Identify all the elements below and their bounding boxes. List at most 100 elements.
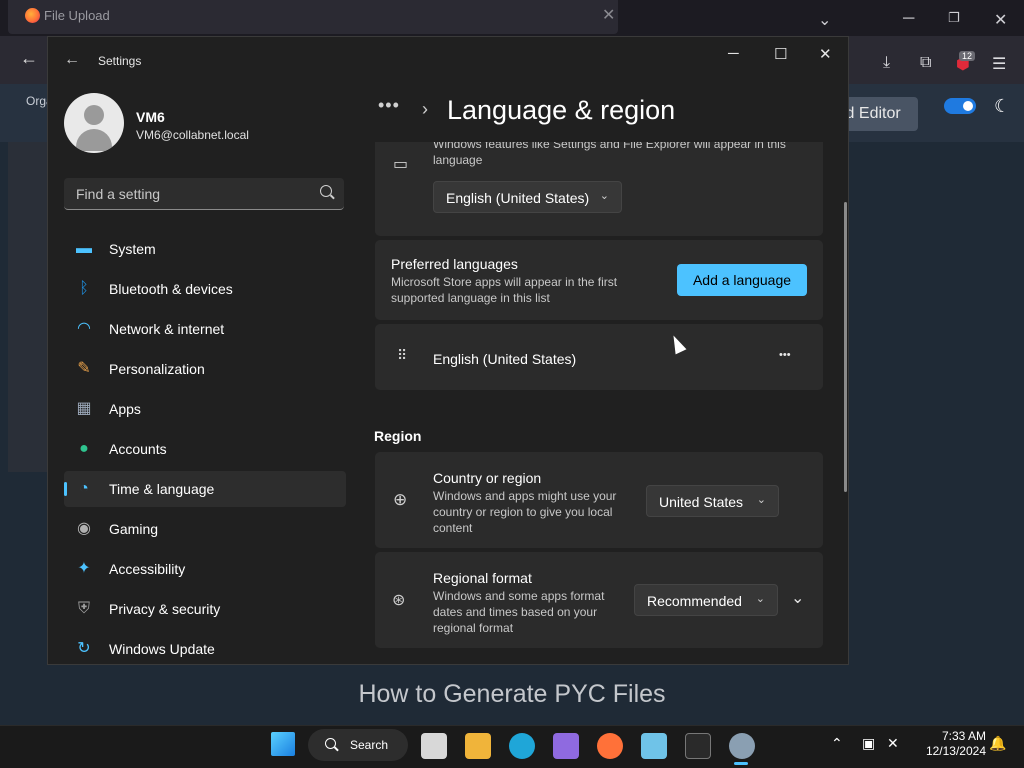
- add-language-button[interactable]: Add a language: [677, 264, 807, 296]
- shield-icon: ⛨: [77, 600, 90, 617]
- restore-icon[interactable]: ❐: [948, 10, 960, 26]
- language-list-item[interactable]: ⠿ English (United States) •••: [375, 324, 823, 390]
- sidebar-item-label: Bluetooth & devices: [109, 281, 233, 297]
- terminal-icon[interactable]: [685, 733, 711, 759]
- search-icon: [325, 738, 336, 749]
- sidebar-item-windows-update[interactable]: ↻ Windows Update: [64, 631, 346, 664]
- country-desc: Windows and apps might use your: [433, 489, 617, 503]
- notification-bell-icon[interactable]: 🔔: [989, 735, 1006, 752]
- display-language-card: ▭ Windows features like Settings and Fil…: [375, 142, 823, 236]
- display-language-desc-2: language: [433, 153, 483, 167]
- sidebar-item-accessibility[interactable]: ✦ Accessibility: [64, 551, 346, 587]
- sidebar-item-apps[interactable]: ▦ Apps: [64, 391, 346, 427]
- taskbar-search[interactable]: Search: [308, 729, 408, 761]
- accessibility-icon: ✦: [77, 560, 91, 577]
- country-desc-2: country or region to give you local: [433, 505, 613, 519]
- menu-icon[interactable]: ☰: [992, 54, 1006, 74]
- country-title: Country or region: [433, 470, 542, 486]
- region-section-label: Region: [374, 428, 422, 444]
- user-name: VM6: [136, 109, 165, 125]
- page-title: Language & region: [447, 95, 676, 125]
- sidebar-item-gaming[interactable]: ◉ Gaming: [64, 511, 346, 547]
- edge-icon[interactable]: [509, 733, 535, 759]
- close-icon[interactable]: ✕: [994, 10, 1007, 30]
- breadcrumb-more[interactable]: •••: [378, 95, 400, 116]
- sidebar-item-label: Accounts: [109, 441, 167, 457]
- expand-chevron-icon[interactable]: ⌄: [791, 588, 804, 608]
- back-icon[interactable]: ←: [64, 51, 80, 69]
- sidebar-item-bluetooth-devices[interactable]: ᛒ Bluetooth & devices: [64, 271, 346, 307]
- country-desc-3: content: [433, 521, 473, 535]
- sidebar-nav: ▬ System ᛒ Bluetooth & devices ◠ Network & in…: [64, 231, 346, 664]
- display-language-dropdown[interactable]: English (United States) ⌄: [433, 181, 622, 213]
- regional-format-card[interactable]: ⊛ Regional format Windows and some apps …: [375, 552, 823, 648]
- avatar[interactable]: [64, 93, 124, 153]
- taskbar-clock[interactable]: 7:33 AM 12/13/2024: [914, 729, 986, 759]
- preferred-title: Preferred languages: [391, 256, 518, 272]
- tab-list-chevron-icon[interactable]: ⌄: [818, 10, 831, 30]
- search-input[interactable]: Find a setting: [64, 178, 344, 210]
- sidebar-item-label: Gaming: [109, 521, 159, 537]
- chevron-up-icon[interactable]: ⌃: [831, 735, 843, 752]
- search-placeholder: Find a setting: [76, 186, 161, 202]
- search-icon: [320, 185, 332, 197]
- more-options-icon[interactable]: •••: [779, 349, 791, 361]
- download-icon[interactable]: ⤓: [883, 54, 890, 72]
- chevron-down-icon: ⌄: [599, 190, 609, 202]
- maximize-icon[interactable]: ☐: [774, 45, 787, 63]
- sidebar-item-label: Personalization: [109, 361, 205, 377]
- task-view-icon[interactable]: [421, 733, 447, 759]
- chevron-down-icon: ⌄: [756, 494, 766, 506]
- firefox-icon[interactable]: [597, 733, 623, 759]
- remote-desktop-icon[interactable]: [641, 733, 667, 759]
- network-icon[interactable]: ▣: [862, 735, 875, 752]
- close-tab-icon[interactable]: ✕: [602, 5, 615, 25]
- settings-window: ← Settings ─ ☐ ✕ VM6 VM6@collabnet.local…: [47, 36, 849, 665]
- format-desc: Windows and some apps format: [433, 589, 605, 603]
- sidebar-item-personalization[interactable]: ✎ Personalization: [64, 351, 346, 387]
- extensions-icon[interactable]: ⧉: [920, 54, 931, 72]
- country-dropdown[interactable]: United States ⌄: [646, 485, 779, 517]
- dropdown-value: English (United States): [446, 190, 590, 206]
- firefox-icon: [25, 8, 40, 23]
- format-desc-3: regional format: [433, 621, 514, 635]
- sidebar-item-time-language[interactable]: ◔ Time & language: [64, 471, 346, 507]
- app-icon[interactable]: [553, 733, 579, 759]
- sidebar-item-label: Network & internet: [109, 321, 225, 337]
- browser-back-icon[interactable]: ←: [20, 48, 38, 69]
- sidebar-item-label: Apps: [109, 401, 141, 417]
- monitor-icon: ▬: [76, 240, 92, 257]
- sidebar-item-accounts[interactable]: ● Accounts: [64, 431, 346, 467]
- scrollbar[interactable]: [844, 202, 847, 492]
- content-pane: ▭ Windows features like Settings and Fil…: [374, 142, 824, 664]
- sidebar-item-system[interactable]: ▬ System: [64, 231, 346, 267]
- sidebar-item-label: Time & language: [109, 481, 215, 497]
- page-left-strip: [8, 142, 48, 472]
- sidebar-item-label: Privacy & security: [109, 601, 221, 617]
- gamepad-icon: ◉: [77, 520, 91, 537]
- language-format-icon: ⊛: [392, 592, 406, 609]
- apps-icon: ▦: [76, 400, 92, 417]
- country-region-card: ⊕ Country or region Windows and apps mig…: [375, 452, 823, 548]
- sidebar-item-network-internet[interactable]: ◠ Network & internet: [64, 311, 346, 347]
- page-headline: How to Generate PYC Files: [358, 680, 666, 708]
- browser-tab[interactable]: File Upload ✕: [8, 0, 618, 34]
- minimize-icon[interactable]: ─: [728, 45, 739, 62]
- start-icon[interactable]: [271, 732, 295, 756]
- format-dropdown[interactable]: Recommended ⌄: [634, 584, 778, 616]
- sidebar-item-privacy-security[interactable]: ⛨ Privacy & security: [64, 591, 346, 627]
- file-explorer-icon[interactable]: [465, 733, 491, 759]
- drag-handle-icon[interactable]: ⠿: [397, 347, 407, 364]
- person-icon: ●: [79, 440, 89, 457]
- volume-muted-icon[interactable]: ✕: [887, 735, 899, 752]
- language-name: English (United States): [433, 351, 577, 367]
- moon-icon: ☾: [994, 96, 1011, 116]
- settings-gear-icon[interactable]: [729, 733, 755, 759]
- close-icon[interactable]: ✕: [819, 45, 832, 63]
- active-app-indicator: [734, 762, 748, 765]
- chevron-right-icon: ›: [422, 99, 428, 119]
- globe-clock-icon: ◔: [79, 480, 89, 497]
- theme-toggle[interactable]: [944, 98, 976, 114]
- preferred-desc: Microsoft Store apps will appear in the …: [391, 275, 618, 289]
- minimize-icon[interactable]: ─: [903, 10, 914, 28]
